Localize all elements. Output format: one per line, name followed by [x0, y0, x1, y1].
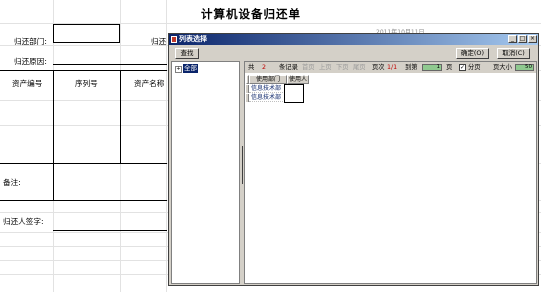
signature-label: 归还人签字: — [3, 217, 44, 226]
col-serial-no: 序列号 — [75, 79, 98, 88]
table-row[interactable]: 信息技术部 — [249, 85, 287, 93]
total-count: 2 — [262, 64, 267, 71]
paging-checkbox[interactable]: ✓ — [459, 64, 466, 71]
goto-page-input[interactable]: 1 — [422, 64, 442, 71]
ok-button[interactable]: 确定(O) — [456, 48, 489, 59]
last-page-link[interactable]: 尾页 — [353, 62, 366, 73]
page-size-label: 页大小 — [493, 64, 512, 71]
col-header-user[interactable]: 使用人 — [287, 75, 309, 84]
goto-label: 到第 — [405, 64, 418, 71]
close-button[interactable]: × — [528, 35, 537, 43]
return-dept-cell[interactable] — [53, 24, 120, 43]
form-title: 计算机设备归还单 — [201, 7, 301, 21]
table-row[interactable]: 信息技术部 — [249, 94, 287, 102]
paging-label: 分页 — [468, 64, 481, 71]
page-unit: 页 — [446, 64, 453, 71]
tree-node-all[interactable]: 全部 — [183, 64, 198, 73]
page-label: 页次 — [372, 64, 385, 71]
first-page-link[interactable]: 首页 — [302, 62, 315, 73]
tree-expand-icon[interactable]: + — [175, 66, 182, 73]
col-header-dept[interactable]: 使用部门 — [249, 75, 287, 84]
search-button[interactable]: 查找 — [175, 48, 199, 59]
user-edit-cell[interactable] — [284, 84, 304, 103]
return-person-label: 归还 — [151, 37, 167, 46]
return-dept-label: 归还部门: — [14, 37, 47, 46]
total-suffix: 条记录 — [279, 64, 298, 71]
remarks-label: 备注: — [3, 178, 21, 187]
pager-bar: 共 2 条记录 首页 上页 下页 尾页 页次 1/1 到第 1 页 ✓ 分页 页… — [245, 62, 536, 73]
next-page-link[interactable]: 下页 — [336, 62, 349, 73]
splitter-grip — [242, 146, 243, 184]
maximize-button[interactable]: □ — [518, 35, 527, 43]
page-value: 1/1 — [387, 64, 398, 71]
dialog-titlebar[interactable]: 列表选择 _ □ × — [169, 34, 538, 45]
page-size-input[interactable]: 50 — [515, 64, 534, 71]
cancel-button[interactable]: 取消(C) — [497, 48, 530, 59]
app-icon — [171, 36, 177, 43]
return-reason-label: 归还原因: — [14, 57, 47, 66]
total-prefix: 共 — [248, 64, 255, 71]
col-asset-name: 资产名称 — [134, 79, 165, 88]
col-asset-no: 资产编号 — [12, 79, 43, 88]
tree-pane: + 全部 — [171, 61, 240, 284]
minimize-button[interactable]: _ — [508, 35, 517, 43]
list-select-dialog: 列表选择 _ □ × 查找 确定(O) 取消(C) + 全部 共 2 条记录 首… — [168, 33, 539, 286]
dialog-title: 列表选择 — [179, 35, 207, 43]
prev-page-link[interactable]: 上页 — [319, 62, 332, 73]
